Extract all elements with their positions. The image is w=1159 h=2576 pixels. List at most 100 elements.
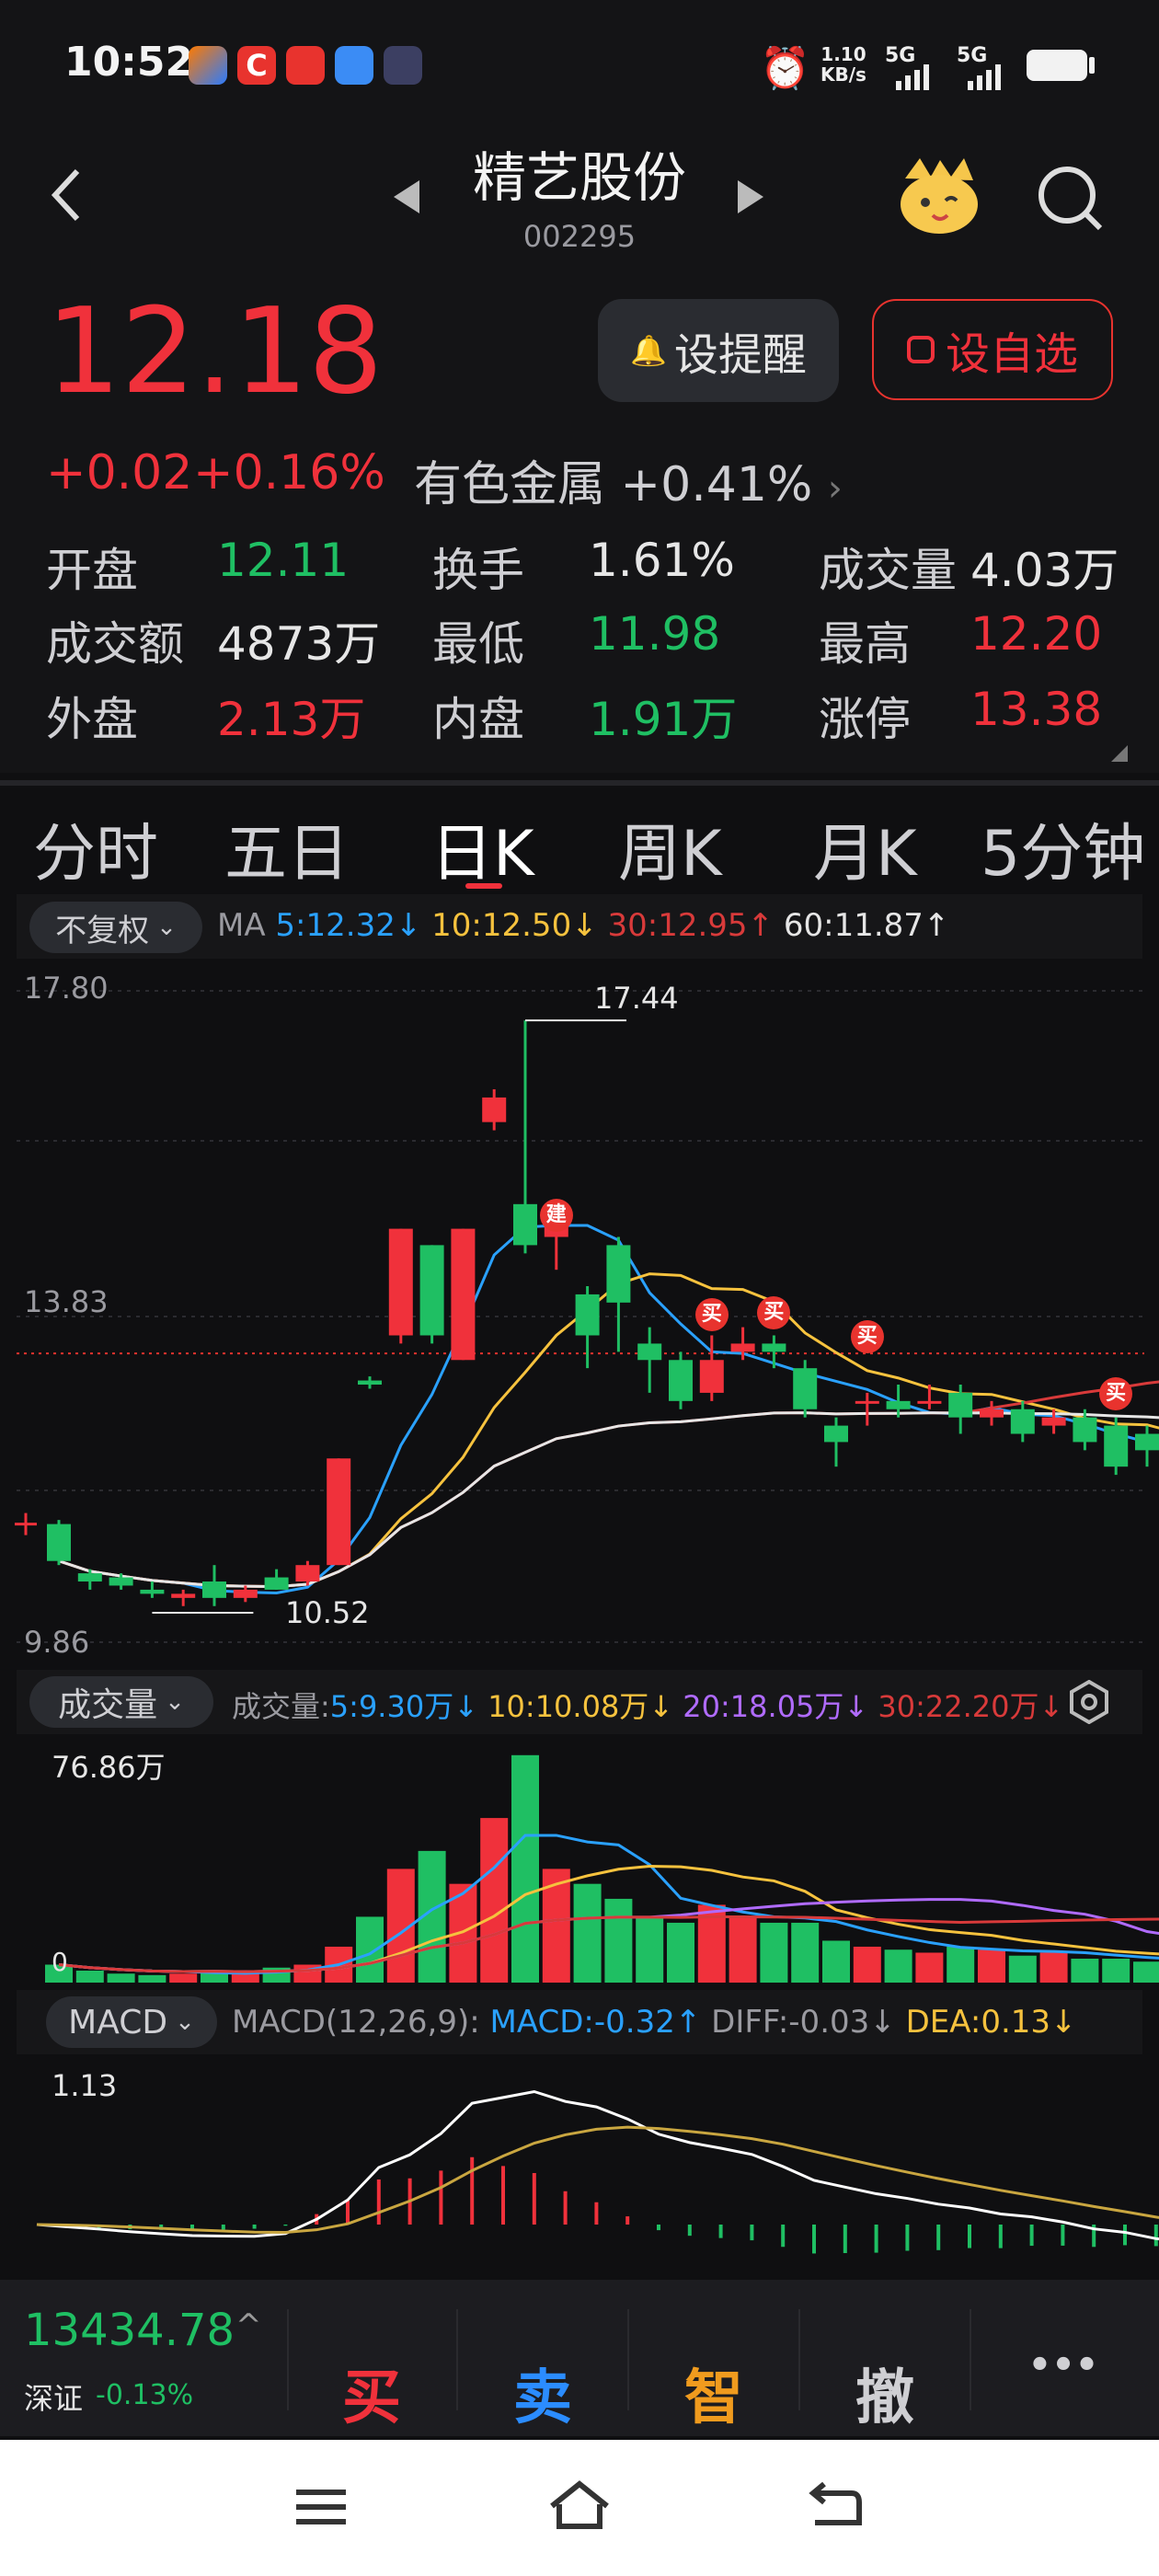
quote-field-value: 4.03万	[970, 544, 1119, 597]
back-icon[interactable]	[44, 158, 90, 236]
quote-field-label: 涨停	[819, 693, 911, 746]
quote-field-label: 内盘	[432, 693, 524, 746]
volume-bar	[231, 1973, 259, 1983]
ma-line	[58, 1272, 1159, 1589]
more-button[interactable]: •••	[981, 2344, 1146, 2386]
candle-body	[513, 1203, 537, 1246]
macd-values: MACD(12,26,9): MACD:-0.32↑ DIFF:-0.03↓ D…	[232, 2004, 1077, 2041]
quote-field-value: 11.98	[589, 607, 721, 661]
volume-bar	[667, 1922, 694, 1983]
signal-icon	[955, 55, 1019, 96]
prev-stock-icon[interactable]	[394, 180, 421, 217]
quote-field-label: 成交额	[46, 617, 184, 671]
period-tabs: 分时 五日 日K 周K 月K 5分钟	[0, 802, 1159, 894]
candle-body	[917, 1400, 942, 1404]
quote-field-value: 12.11	[217, 534, 350, 587]
chevron-right-icon: ›	[827, 467, 843, 510]
clock: 10:52	[64, 39, 194, 86]
candle-body	[140, 1589, 165, 1594]
sector-link[interactable]: 有色金属 +0.41% ›	[414, 445, 843, 514]
y-axis-top: 17.80	[24, 971, 109, 1006]
active-tab-indicator	[465, 883, 502, 889]
adjust-dropdown[interactable]: 不复权 ⌄	[29, 902, 202, 953]
play-icon	[384, 46, 422, 85]
candle-body	[109, 1577, 133, 1586]
volume-bar	[1133, 1961, 1159, 1983]
trade-marker[interactable]: 建	[539, 1199, 573, 1232]
volume-bar	[978, 1949, 1005, 1983]
back-nav-icon[interactable]	[806, 2478, 865, 2537]
expand-corner-icon[interactable]	[1111, 745, 1128, 765]
tab-monthly-k[interactable]: 月K	[813, 802, 917, 893]
cancel-order-button[interactable]: 撤	[802, 2351, 968, 2435]
candle-body	[327, 1458, 351, 1566]
smart-button[interactable]: 智	[631, 2351, 797, 2435]
volume-bar	[138, 1974, 166, 1983]
tab-weekly-k[interactable]: 周K	[618, 802, 722, 893]
candle-body	[77, 1573, 102, 1582]
candle-body	[669, 1360, 693, 1401]
candle-body	[1041, 1417, 1066, 1426]
candle-body	[388, 1228, 413, 1336]
trade-marker[interactable]: 买	[850, 1320, 884, 1353]
quote-field-label: 成交量	[819, 544, 957, 597]
tab-minute[interactable]: 分时	[33, 802, 158, 893]
home-icon[interactable]	[546, 2477, 613, 2539]
kline-chart[interactable]	[0, 961, 1159, 1670]
candle-body	[575, 1294, 600, 1336]
next-stock-icon[interactable]	[736, 180, 763, 217]
search-icon[interactable]	[1034, 162, 1107, 239]
volume-bar	[636, 1916, 664, 1983]
tab-5min[interactable]: 5分钟	[981, 802, 1145, 893]
volume-bar	[604, 1898, 633, 1983]
volume-bar	[760, 1922, 788, 1983]
chevron-down-icon: ⌄	[156, 914, 177, 941]
settings-icon[interactable]	[1067, 1679, 1111, 1728]
volume-y-top: 76.86万	[52, 1750, 166, 1785]
set-alert-button[interactable]: 🔔 设提醒	[598, 299, 839, 402]
tab-daily-k[interactable]: 日K	[430, 802, 534, 893]
battery-icon	[1027, 50, 1087, 81]
quote-field-label: 最高	[819, 617, 911, 671]
volume-bar	[356, 1916, 384, 1983]
candle-body	[699, 1360, 724, 1393]
mascot-icon[interactable]	[898, 156, 981, 239]
volume-bar	[107, 1973, 135, 1983]
buy-button[interactable]: 买	[289, 2351, 454, 2435]
index-value[interactable]: 13434.78	[24, 2305, 235, 2356]
ma-line	[58, 1411, 1159, 1589]
candle-body	[637, 1343, 662, 1361]
macd-chart[interactable]	[0, 2054, 1159, 2280]
menu-icon[interactable]	[293, 2482, 351, 2537]
bell-icon: 🔔	[630, 333, 667, 368]
volume-bar	[915, 1952, 944, 1983]
add-watchlist-button[interactable]: 设自选	[872, 299, 1113, 400]
chevron-up-icon[interactable]: ^	[235, 2307, 262, 2344]
ma-values: MA 5:12.32↓ 10:12.50↓ 30:12.95↑ 60:11.87…	[217, 907, 950, 944]
candle-body	[451, 1228, 476, 1361]
divider	[970, 2309, 971, 2410]
trade-marker[interactable]: 买	[694, 1298, 729, 1331]
volume-bar	[480, 1818, 509, 1983]
volume-chart[interactable]	[0, 1734, 1159, 1987]
sell-button[interactable]: 卖	[460, 2351, 625, 2435]
net-speed: 1.10 KB/s	[820, 43, 866, 86]
trade-marker[interactable]: 买	[1099, 1377, 1133, 1410]
volume-dropdown[interactable]: 成交量 ⌄	[29, 1676, 213, 1728]
quote-field-value: 2.13万	[217, 693, 366, 746]
tab-five-day[interactable]: 五日	[224, 802, 350, 893]
candle-body	[1073, 1417, 1097, 1443]
divider	[0, 780, 1159, 786]
candle-body	[1135, 1433, 1159, 1451]
divider	[798, 2309, 800, 2410]
index-name: 深证	[24, 2381, 84, 2416]
app-c-icon: C	[237, 46, 276, 85]
status-bar: 10:52 C ⏰ 1.10 KB/s 5G 5G	[0, 0, 1159, 138]
volume-bar	[853, 1946, 881, 1983]
watchlist-icon	[906, 336, 935, 363]
index-change: -0.13%	[96, 2379, 194, 2411]
candle-body	[948, 1392, 973, 1418]
macd-dropdown[interactable]: MACD ⌄	[46, 1996, 217, 2048]
volume-bar	[169, 1973, 198, 1983]
candle-body	[886, 1400, 911, 1409]
